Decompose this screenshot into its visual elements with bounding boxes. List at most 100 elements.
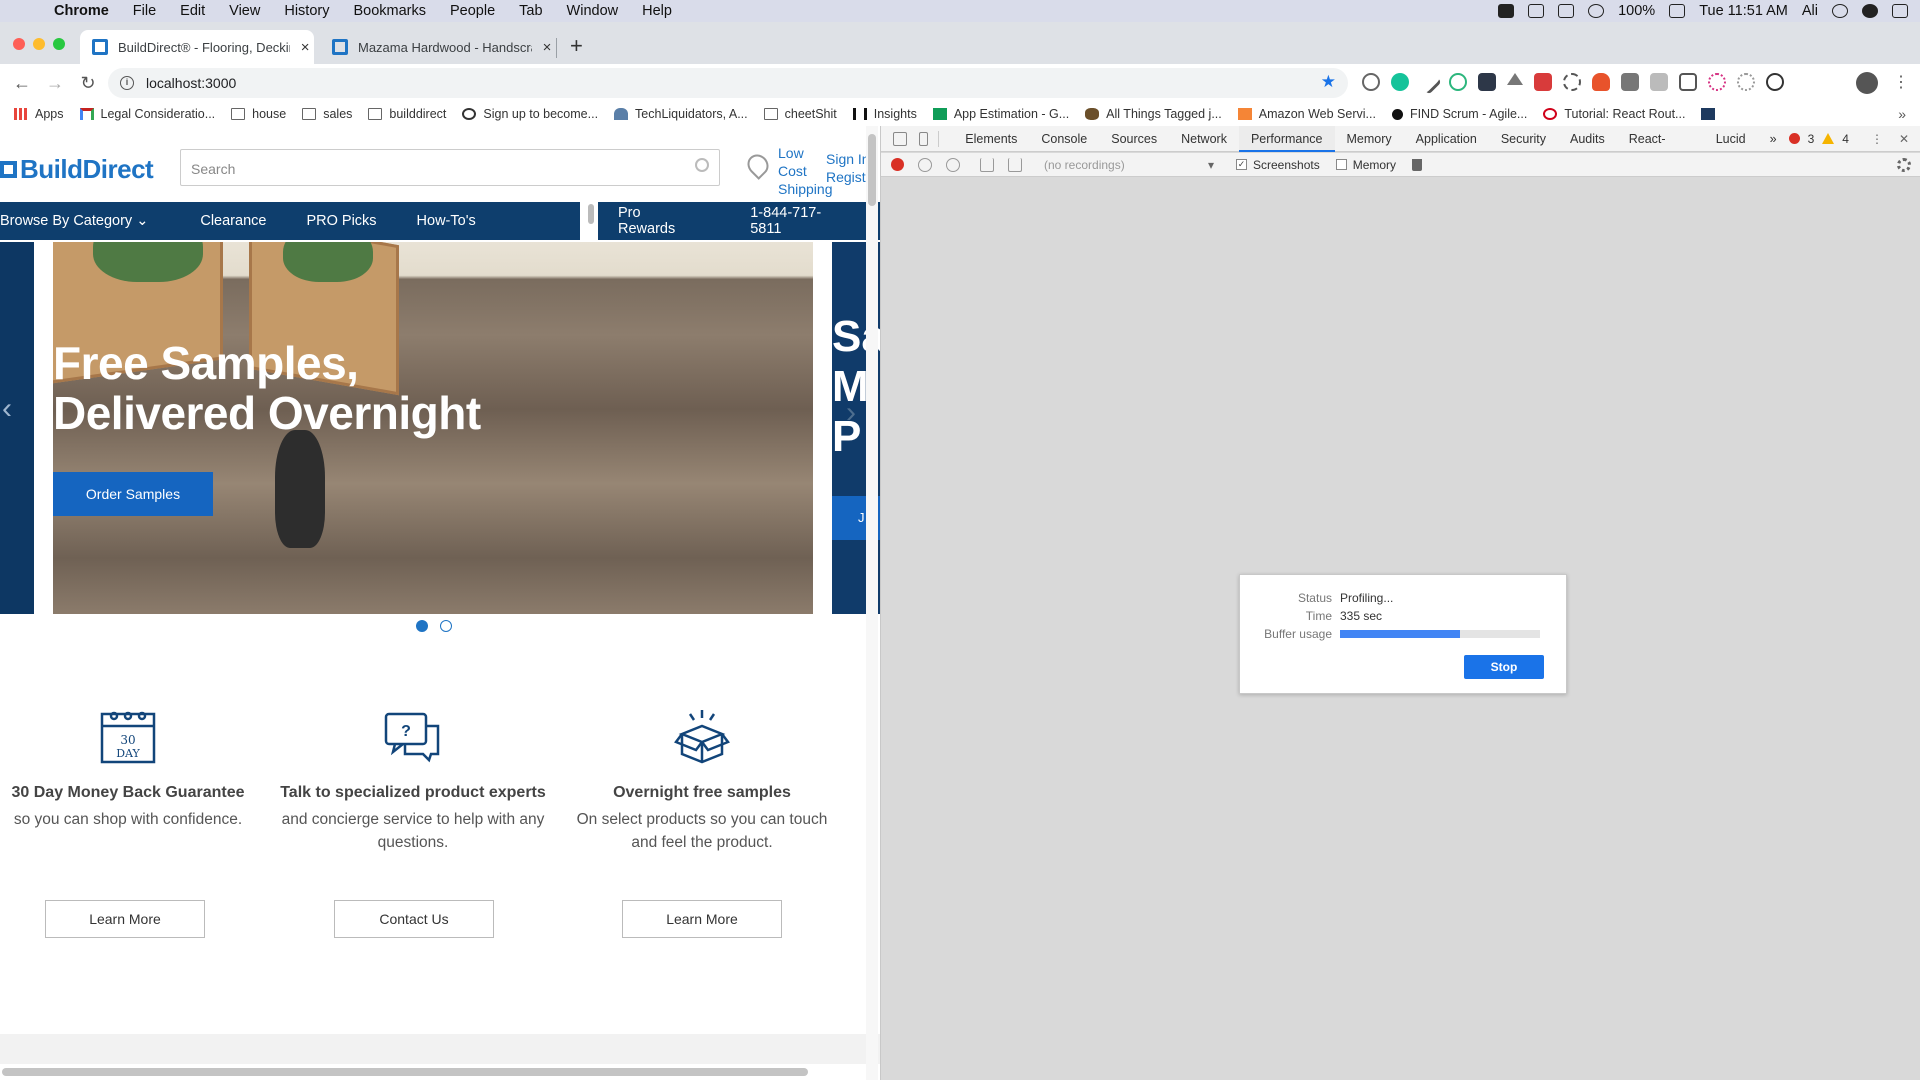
terminal-icon[interactable] xyxy=(1478,73,1496,91)
tab-close-icon[interactable]: × xyxy=(538,39,556,56)
devtools-tab-sources[interactable]: Sources xyxy=(1099,126,1169,152)
menu-clock[interactable]: Tue 11:51 AM xyxy=(1699,3,1788,19)
menu-edit[interactable]: Edit xyxy=(180,3,205,19)
bookmarks-overflow-icon[interactable]: » xyxy=(1898,106,1906,122)
menu-file[interactable]: File xyxy=(133,3,156,19)
carousel-prev-icon[interactable]: ‹ xyxy=(2,392,12,426)
bookmark-item[interactable] xyxy=(1701,108,1722,120)
chrome-menu-icon[interactable]: ⋮ xyxy=(1893,72,1909,92)
carousel-dot-active[interactable] xyxy=(416,620,428,632)
bookmark-item[interactable]: All Things Tagged j... xyxy=(1085,107,1222,121)
clear-icon[interactable] xyxy=(946,157,960,172)
memory-checkbox[interactable] xyxy=(1335,159,1347,170)
airplay-icon[interactable] xyxy=(1558,4,1575,18)
camera-icon[interactable] xyxy=(1679,73,1697,91)
nav-pro-picks[interactable]: PRO Picks xyxy=(306,213,376,229)
window-minimize-icon[interactable] xyxy=(33,38,45,50)
nav-how-tos[interactable]: How-To's xyxy=(417,213,476,229)
menu-tab[interactable]: Tab xyxy=(519,3,542,19)
error-count[interactable]: 3 xyxy=(1808,132,1815,146)
scrollbar-thumb[interactable] xyxy=(868,134,876,206)
site-info-icon[interactable]: i xyxy=(120,76,134,90)
browser-tab-mazama[interactable]: Mazama Hardwood - Handscrap × xyxy=(320,30,556,64)
battery-icon[interactable] xyxy=(1669,4,1686,18)
trash-icon[interactable] xyxy=(1412,158,1423,171)
warning-icon[interactable] xyxy=(1822,133,1835,144)
menu-chrome[interactable]: Chrome xyxy=(54,3,109,19)
bookmark-item[interactable]: Tutorial: React Rout... xyxy=(1543,107,1685,121)
devtools-menu-icon[interactable]: ⋮ xyxy=(1871,132,1883,146)
devtools-tab-lucid[interactable]: Lucid xyxy=(1704,126,1758,152)
gear-icon[interactable] xyxy=(1897,157,1911,172)
bookmark-item[interactable]: FIND Scrum - Agile... xyxy=(1391,107,1527,121)
extension-circle-icon[interactable] xyxy=(1362,73,1380,91)
devtools-tab-application[interactable]: Application xyxy=(1404,126,1489,152)
bookmark-folder[interactable]: house xyxy=(231,107,286,121)
menu-user[interactable]: Ali xyxy=(1802,3,1818,19)
nav-scroll-handle[interactable] xyxy=(588,204,594,224)
error-icon[interactable] xyxy=(1788,133,1800,144)
learn-more-button[interactable]: Learn More xyxy=(622,900,782,938)
menu-window[interactable]: Window xyxy=(567,3,619,19)
tab-close-icon[interactable]: × xyxy=(296,39,314,56)
clipboard-icon[interactable] xyxy=(1528,4,1545,18)
lastpass-lock-icon[interactable] xyxy=(1592,73,1610,91)
w-extension-icon[interactable] xyxy=(1621,73,1639,91)
devtools-close-icon[interactable]: ✕ xyxy=(1899,132,1909,146)
bookmark-folder[interactable]: sales xyxy=(302,107,352,121)
devtools-tab-security[interactable]: Security xyxy=(1489,126,1558,152)
more-tabs-icon[interactable]: » xyxy=(1758,126,1789,152)
react-devtools-icon[interactable] xyxy=(1737,73,1755,91)
menu-history[interactable]: History xyxy=(284,3,329,19)
recordings-select[interactable]: (no recordings) xyxy=(1044,158,1214,172)
bookmark-folder[interactable]: cheetShit xyxy=(763,107,837,121)
carousel-next-icon[interactable]: › xyxy=(846,396,856,430)
screenshots-label[interactable]: Screenshots xyxy=(1253,158,1320,172)
reload-profile-icon[interactable] xyxy=(918,157,932,172)
profile-avatar[interactable] xyxy=(1856,72,1878,94)
stop-button[interactable]: Stop xyxy=(1464,655,1544,679)
siri-icon[interactable] xyxy=(1862,4,1878,18)
nav-phone-number[interactable]: 1-844-717-5811 xyxy=(750,205,848,237)
address-bar[interactable]: i localhost:3000 ★ xyxy=(108,68,1348,98)
bookmark-apps[interactable]: Apps xyxy=(14,107,64,121)
devtools-tab-elements[interactable]: Elements xyxy=(953,126,1029,152)
search-icon[interactable] xyxy=(695,158,709,172)
menu-view[interactable]: View xyxy=(229,3,260,19)
new-tab-icon[interactable]: + xyxy=(570,33,583,59)
learn-more-button[interactable]: Learn More xyxy=(45,900,205,938)
bookmark-item[interactable]: Insights xyxy=(852,107,917,121)
order-samples-button[interactable]: Order Samples xyxy=(53,472,213,516)
nav-browse-by-category[interactable]: Browse By Category ⌄ xyxy=(0,213,148,229)
share-graph-icon[interactable] xyxy=(1563,73,1581,91)
warning-count[interactable]: 4 xyxy=(1842,132,1849,146)
low-cost-shipping-link[interactable]: Low Cost Shipping xyxy=(778,144,833,198)
devtools-tab-console[interactable]: Console xyxy=(1029,126,1099,152)
load-profile-icon[interactable] xyxy=(980,157,994,172)
carousel-dot[interactable] xyxy=(440,620,452,632)
nav-pro-rewards[interactable]: Pro Rewards xyxy=(618,205,698,237)
forward-arrow-icon[interactable]: → xyxy=(44,73,66,94)
drive-triangle-icon[interactable] xyxy=(1507,73,1523,85)
nav-clearance[interactable]: Clearance xyxy=(200,213,266,229)
site-search-input[interactable]: Search xyxy=(180,149,720,186)
bookmark-star-icon[interactable]: ★ xyxy=(1321,72,1336,92)
address-url[interactable]: localhost:3000 xyxy=(146,75,236,91)
memory-label[interactable]: Memory xyxy=(1353,158,1396,172)
devtools-tab-performance[interactable]: Performance xyxy=(1238,125,1335,152)
grammarly-icon[interactable] xyxy=(1391,73,1409,91)
horizontal-scrollbar[interactable] xyxy=(2,1068,808,1076)
notification-center-icon[interactable] xyxy=(1892,4,1908,18)
save-profile-icon[interactable] xyxy=(1008,157,1022,172)
devtools-tab-audits[interactable]: Audits xyxy=(1558,126,1617,152)
bookmark-item[interactable]: Amazon Web Servi... xyxy=(1237,107,1376,121)
bookmark-item[interactable]: Sign up to become... xyxy=(462,107,598,121)
back-arrow-icon[interactable]: ← xyxy=(11,73,33,94)
flower-icon[interactable] xyxy=(1708,73,1726,91)
menu-people[interactable]: People xyxy=(450,3,495,19)
pdf-extension-icon[interactable] xyxy=(1534,73,1552,91)
bookmark-folder[interactable]: builddirect xyxy=(368,107,446,121)
spotlight-search-icon[interactable] xyxy=(1832,4,1848,18)
vertical-scrollbar[interactable] xyxy=(866,126,878,1080)
device-toolbar-icon[interactable] xyxy=(918,131,929,146)
